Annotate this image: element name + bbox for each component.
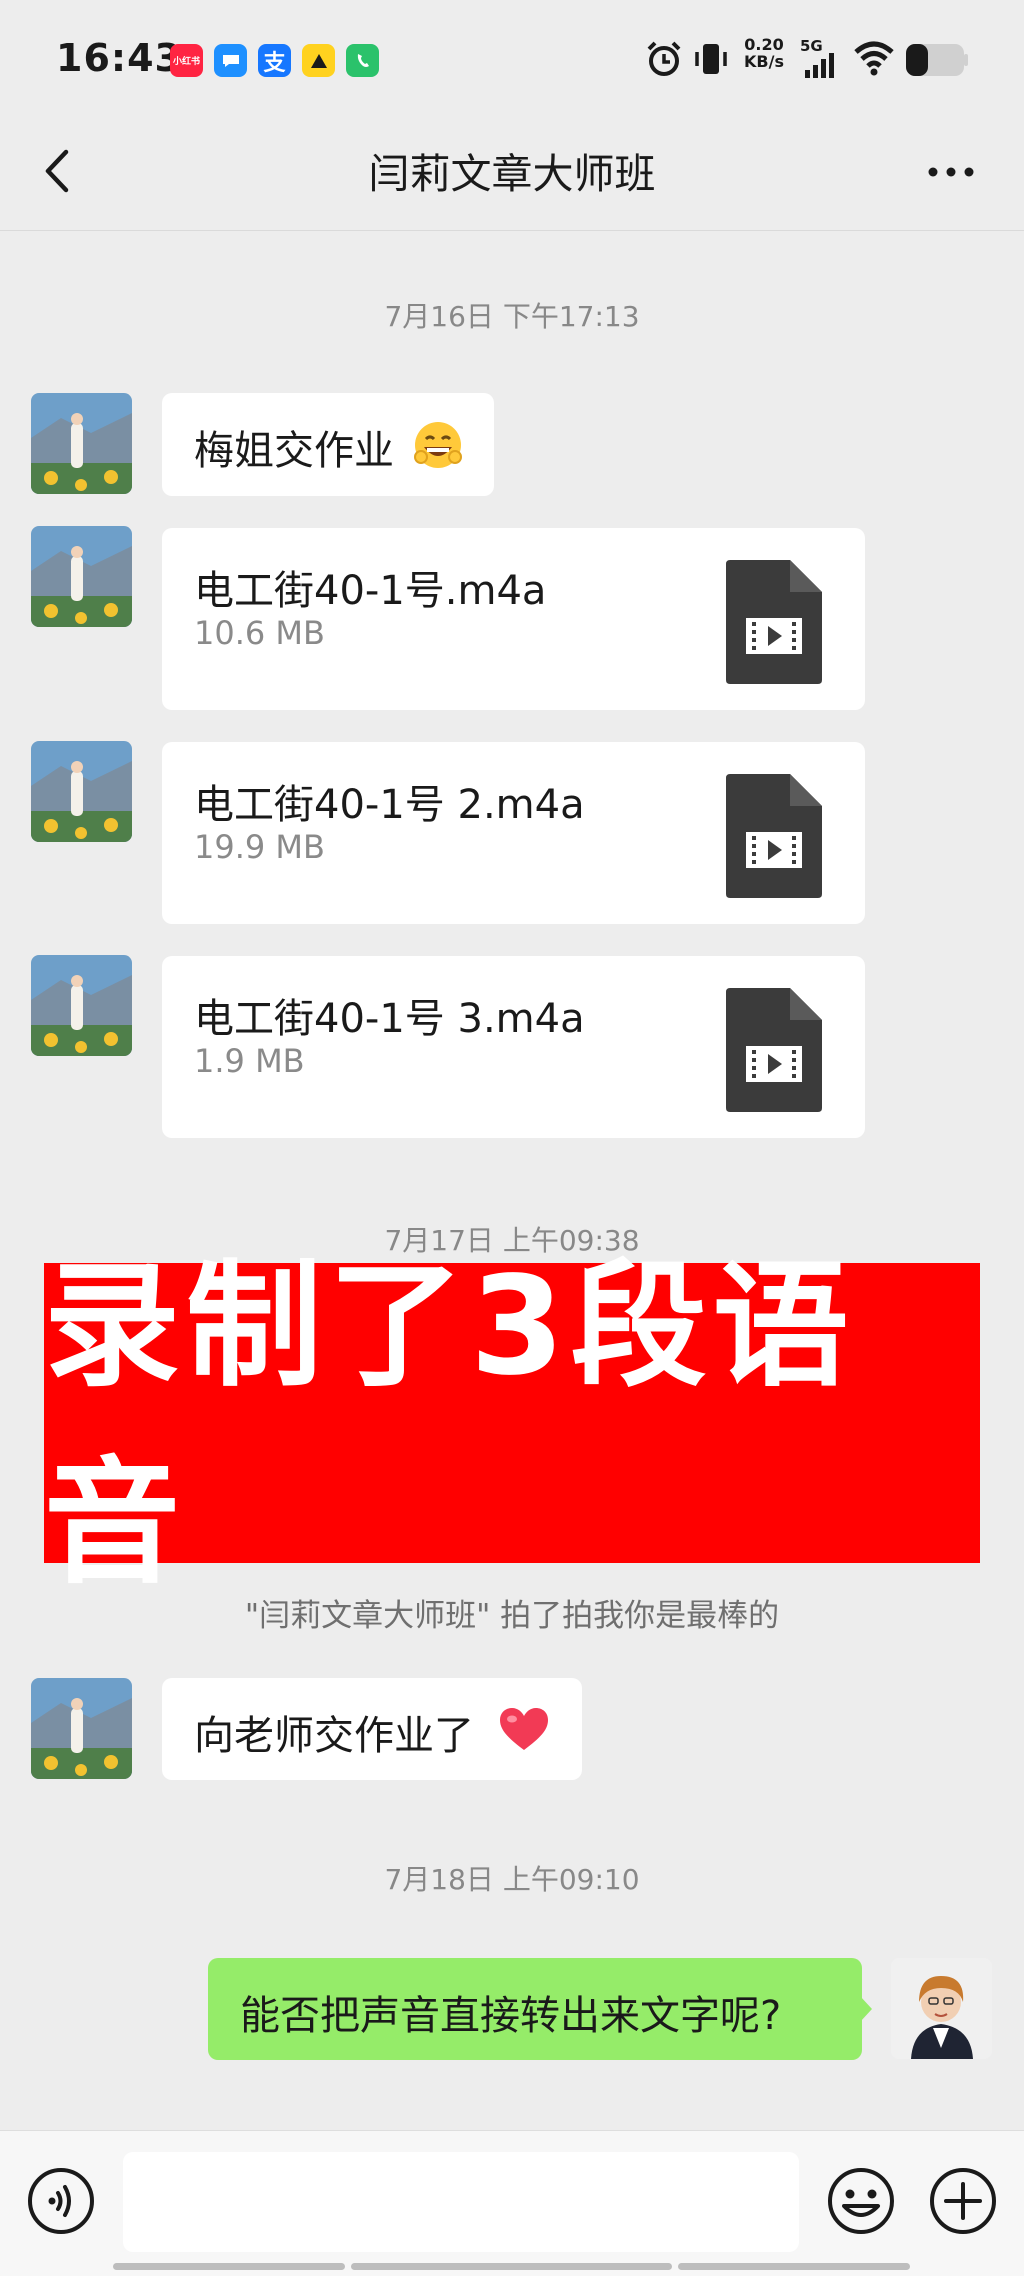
message-text: 能否把声音直接转出来文字呢? bbox=[240, 1993, 782, 2039]
emoji-grin-icon bbox=[414, 422, 462, 468]
more-icon[interactable] bbox=[926, 152, 976, 192]
outgoing-message-bubble[interactable]: 能否把声音直接转出来文字呢? bbox=[208, 1958, 862, 2060]
wifi-icon bbox=[854, 41, 894, 76]
file-size: 10.6 MB bbox=[194, 614, 325, 652]
signal-icon bbox=[805, 53, 834, 78]
timestamp: 7月18日 上午09:10 bbox=[384, 1863, 640, 1896]
battery-icon bbox=[906, 44, 968, 76]
voice-input-icon[interactable] bbox=[26, 2166, 96, 2236]
message-icon bbox=[214, 44, 247, 77]
file-size: 19.9 MB bbox=[194, 828, 325, 866]
message-bubble[interactable]: 梅姐交作业 bbox=[162, 393, 494, 496]
avatar[interactable] bbox=[31, 955, 132, 1056]
gesture-bar bbox=[678, 2263, 910, 2270]
phone-app-icon bbox=[346, 44, 379, 77]
caption-banner: 录制了3段语音 bbox=[44, 1248, 980, 1603]
vibrate-icon bbox=[695, 44, 727, 74]
file-message[interactable]: 电工街40-1号.m4a 10.6 MB bbox=[162, 528, 865, 710]
pat-notice: "闫莉文章大师班" 拍了拍我你是最棒的 bbox=[244, 1598, 780, 1634]
video-file-icon bbox=[726, 774, 822, 898]
net-speed: 0.20 KB/s bbox=[744, 35, 784, 71]
status-bar: 16:43 小红书 支 0.20 KB/s 5G bbox=[0, 0, 1024, 120]
xiaohongshu-icon: 小红书 bbox=[170, 44, 203, 77]
heart-icon bbox=[500, 1708, 548, 1750]
file-message[interactable]: 电工街40-1号 3.m4a 1.9 MB bbox=[162, 956, 865, 1138]
gesture-bar bbox=[351, 2263, 672, 2270]
notes-icon bbox=[302, 44, 335, 77]
file-message[interactable]: 电工街40-1号 2.m4a 19.9 MB bbox=[162, 742, 865, 924]
alipay-icon: 支 bbox=[258, 44, 291, 77]
avatar[interactable] bbox=[31, 1678, 132, 1779]
avatar[interactable] bbox=[31, 526, 132, 627]
timestamp: 7月16日 下午17:13 bbox=[384, 300, 640, 333]
add-icon[interactable] bbox=[928, 2166, 998, 2236]
status-time: 16:43 bbox=[56, 36, 182, 80]
video-file-icon bbox=[726, 560, 822, 684]
avatar[interactable] bbox=[31, 393, 132, 494]
banner-text: 录制了3段语音 bbox=[44, 1248, 855, 1603]
chat-title: 闫莉文章大师班 bbox=[368, 150, 656, 198]
emoji-icon[interactable] bbox=[826, 2166, 896, 2236]
file-name: 电工街40-1号.m4a bbox=[194, 568, 547, 614]
file-name: 电工街40-1号 2.m4a bbox=[194, 782, 585, 828]
bubble-tail bbox=[860, 1996, 872, 2022]
file-size: 1.9 MB bbox=[194, 1042, 305, 1080]
video-file-icon bbox=[726, 988, 822, 1112]
message-text: 梅姐交作业 bbox=[194, 428, 394, 474]
message-input[interactable] bbox=[123, 2152, 799, 2252]
message-text: 向老师交作业了 bbox=[194, 1713, 474, 1759]
gesture-bar bbox=[113, 2263, 345, 2270]
my-avatar[interactable] bbox=[891, 1958, 992, 2059]
file-name: 电工街40-1号 3.m4a bbox=[194, 996, 585, 1042]
alarm-icon bbox=[647, 41, 681, 76]
avatar[interactable] bbox=[31, 741, 132, 842]
message-bubble[interactable]: 向老师交作业了 bbox=[162, 1678, 582, 1780]
